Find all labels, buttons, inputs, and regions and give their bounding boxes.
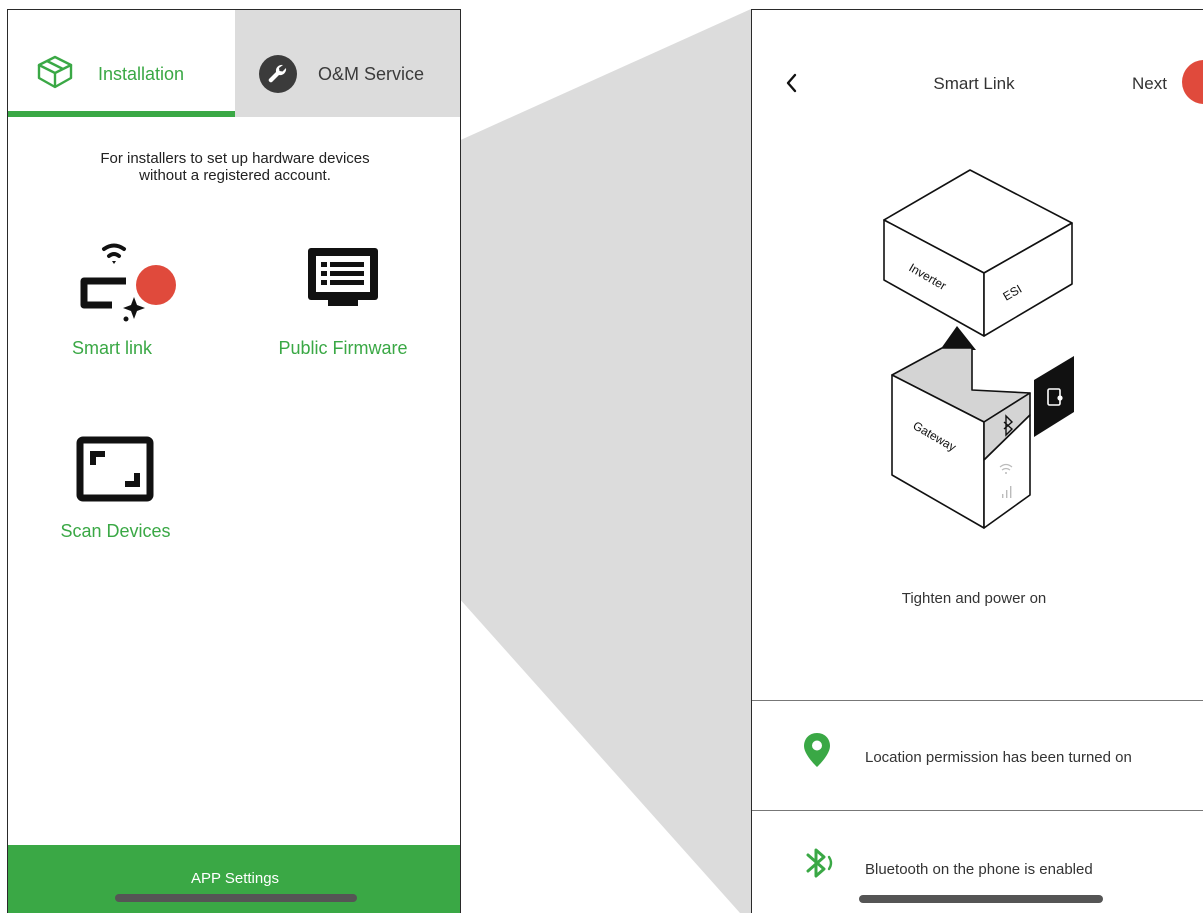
home-indicator [859, 895, 1103, 903]
highlight-dot [136, 265, 176, 305]
app-settings-button[interactable]: APP Settings [8, 845, 460, 913]
next-button[interactable]: Next [1132, 74, 1167, 94]
tab-om-service[interactable]: O&M Service [235, 10, 460, 117]
public-firmware-label: Public Firmware [278, 338, 408, 358]
installation-screen: Installation O&M Service For installers … [7, 9, 461, 913]
smart-link-button[interactable]: Smart link [46, 235, 178, 358]
scan-devices-button[interactable]: Scan Devices [53, 435, 178, 541]
location-pin-icon [800, 730, 834, 775]
highlight-dot [1182, 60, 1203, 104]
firmware-monitor-icon [308, 248, 378, 306]
scan-frame-icon [76, 436, 154, 502]
home-indicator [115, 894, 357, 902]
active-tab-indicator [8, 111, 235, 117]
bluetooth-icon [800, 845, 840, 886]
tab-installation[interactable]: Installation [8, 10, 235, 117]
divider [752, 810, 1203, 811]
tab-om-service-label: O&M Service [318, 64, 425, 84]
tab-installation-label: Installation [98, 64, 185, 84]
intro-line-1: For installers to set up hardware device… [100, 150, 370, 167]
smart-link-icon [80, 243, 176, 322]
smart-link-label: Smart link [71, 338, 152, 358]
package-box-icon [36, 54, 74, 95]
location-status-text: Location permission has been turned on [865, 749, 1132, 766]
gateway-illustration: Inverter ESI Gateway [883, 169, 1074, 529]
step-caption: Tighten and power on [901, 590, 1047, 607]
intro-text: For installers to set up hardware device… [8, 150, 460, 184]
intro-line-2: without a registered account. [139, 167, 331, 184]
app-settings-label: APP Settings [190, 870, 280, 887]
public-firmware-button[interactable]: Public Firmware [268, 240, 418, 358]
smart-link-screen: Smart Link Next Inverter ESI Gateway Tig… [751, 9, 1203, 913]
divider [752, 700, 1203, 701]
bluetooth-status-text: Bluetooth on the phone is enabled [865, 861, 1093, 878]
page-title: Smart Link [933, 74, 1015, 93]
wrench-icon [259, 55, 297, 98]
scan-devices-label: Scan Devices [60, 521, 171, 541]
tab-bar: Installation O&M Service [8, 10, 460, 117]
